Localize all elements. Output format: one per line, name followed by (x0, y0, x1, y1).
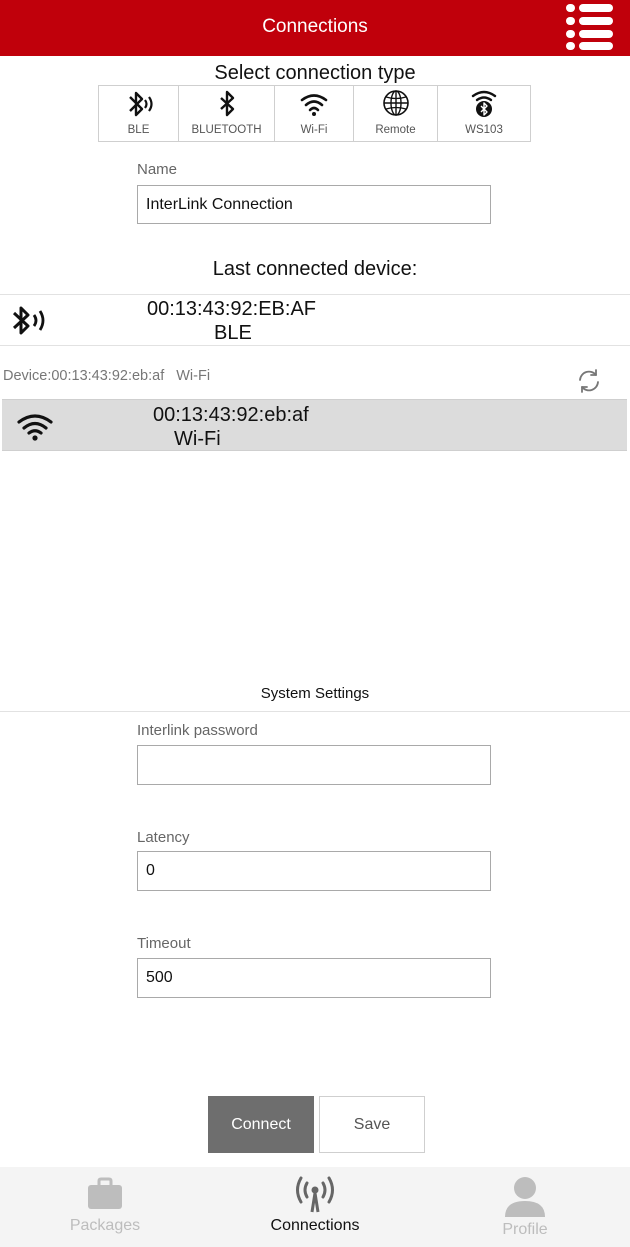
connection-type-label: BLE (127, 124, 150, 136)
last-device-address: 00:13:43:92:EB:AF (147, 298, 317, 320)
nav-item-connections[interactable]: Connections (210, 1167, 420, 1247)
connection-type-label: Wi-Fi (300, 124, 328, 136)
connection-type-ws103[interactable]: WS103 (438, 86, 530, 141)
bluetooth-waves-icon (12, 306, 45, 335)
connection-type-ble[interactable]: BLE (99, 86, 179, 141)
timeout-label: Timeout (137, 935, 191, 952)
connection-type-label: WS103 (465, 124, 503, 136)
bluetooth-waves-icon (128, 91, 153, 117)
nav-item-packages[interactable]: Packages (0, 1167, 210, 1247)
current-device-status: Device:00:13:43:92:eb:af Wi-Fi (3, 368, 210, 384)
password-input[interactable] (137, 745, 491, 785)
globe-icon (382, 90, 409, 116)
name-input[interactable] (137, 185, 491, 224)
nav-label: Profile (502, 1221, 548, 1238)
briefcase-icon (88, 1177, 122, 1209)
bottom-navigation: Packages Connections Profile (0, 1167, 630, 1247)
wifi-icon (300, 94, 328, 116)
connection-type-remote[interactable]: Remote (354, 86, 438, 141)
wifi-icon (17, 414, 53, 441)
connection-type-bluetooth[interactable]: BLUETOOTH (179, 86, 275, 141)
nav-item-profile[interactable]: Profile (420, 1167, 630, 1247)
ws103-icon (471, 90, 497, 117)
connection-type-label: BLUETOOTH (191, 124, 262, 136)
nav-label: Packages (69, 1217, 141, 1234)
connect-button[interactable]: Connect (208, 1096, 314, 1153)
select-connection-title: Select connection type (214, 62, 416, 84)
person-icon (505, 1177, 545, 1217)
name-label: Name (137, 161, 178, 178)
page-title: Connections (262, 16, 368, 37)
refresh-icon[interactable] (575, 367, 603, 395)
connection-type-label: Remote (375, 124, 416, 136)
latency-label: Latency (137, 829, 190, 846)
password-label: Interlink password (137, 722, 258, 739)
device-type-text: Wi-Fi (176, 368, 211, 384)
bluetooth-icon (219, 90, 234, 117)
app-header: Connections (0, 0, 630, 56)
timeout-input[interactable] (137, 958, 491, 998)
system-settings-title: System Settings (0, 675, 630, 712)
found-device-row[interactable]: 00:13:43:92:eb:af Wi-Fi (2, 399, 627, 451)
antenna-icon (296, 1176, 334, 1213)
last-device-type: BLE (214, 322, 252, 344)
latency-input[interactable] (137, 851, 491, 891)
last-connected-device-row[interactable]: 00:13:43:92:EB:AF BLE (0, 294, 630, 346)
nav-label: Connections (270, 1217, 360, 1234)
save-button[interactable]: Save (319, 1096, 425, 1153)
menu-list-icon[interactable] (562, 0, 618, 56)
found-device-address: 00:13:43:92:eb:af (153, 404, 309, 426)
found-device-type: Wi-Fi (174, 428, 221, 450)
device-id-text: Device:00:13:43:92:eb:af (3, 368, 165, 384)
last-connected-title: Last connected device: (212, 258, 418, 280)
connection-type-wifi[interactable]: Wi-Fi (275, 86, 354, 141)
connection-type-selector: BLE BLUETOOTH Wi-Fi Remote WS103 (98, 85, 531, 142)
